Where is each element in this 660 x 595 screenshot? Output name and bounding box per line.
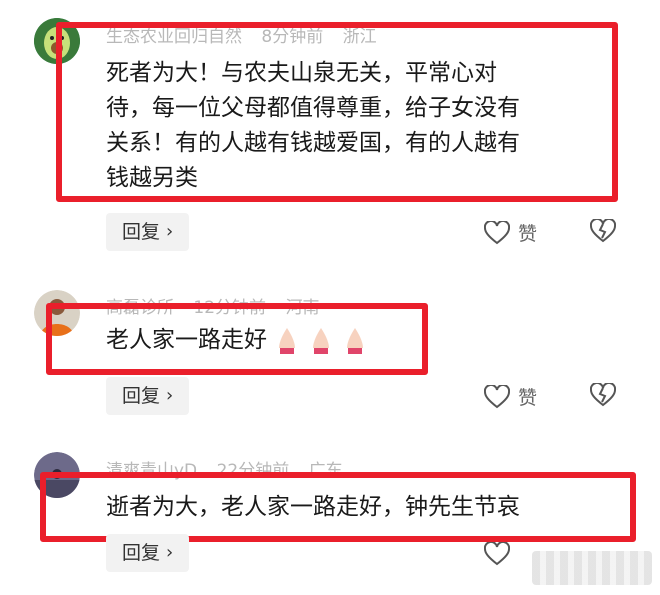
like-button[interactable]: 赞: [484, 219, 537, 246]
comment-line: 钱越另类: [106, 165, 198, 191]
comment-line: 关系！有的人越有钱越爱国，有的人越有: [106, 130, 520, 156]
heart-icon: [484, 220, 510, 244]
comment-line: 老人家一路走好: [106, 327, 267, 353]
like-label: 赞: [518, 387, 538, 409]
reply-button[interactable]: 回复 ›: [106, 534, 190, 572]
comment-3: 清爽青山yD 22分钟前 广东 逝者为大，老人家一路走好，钟先生节哀 回复 ›: [0, 430, 660, 595]
chevron-right-icon: ›: [166, 385, 174, 406]
dislike-button[interactable]: [590, 219, 616, 243]
comment-line: 待，每一位父母都值得尊重，给子女没有: [106, 95, 520, 121]
chevron-right-icon: ›: [166, 542, 174, 563]
comment-2: 高磊诊所 12分钟前 河南 老人家一路走好 回复 › 赞: [0, 265, 660, 430]
broken-heart-icon: [590, 383, 616, 407]
comment-text: 老人家一路走好: [106, 323, 369, 358]
like-label: 赞: [518, 223, 538, 245]
praying-hands-icon: [347, 327, 363, 354]
praying-hands-icon: [279, 327, 295, 354]
comment-text: 逝者为大，老人家一路走好，钟先生节哀: [106, 490, 520, 525]
like-button[interactable]: [484, 542, 510, 566]
reply-label: 回复: [122, 542, 161, 564]
reply-button[interactable]: 回复 ›: [106, 377, 190, 415]
watermark: [532, 551, 652, 585]
reply-label: 回复: [122, 221, 161, 243]
heart-icon: [484, 384, 510, 408]
comment-line: 逝者为大，老人家一路走好，钟先生节哀: [106, 494, 520, 520]
comment-text: 死者为大！与农夫山泉无关，平常心对 待，每一位父母都值得尊重，给子女没有 关系！…: [106, 56, 616, 196]
dislike-button[interactable]: [590, 383, 616, 407]
comment-1: 生态农业回归自然 8分钟前 浙江 死者为大！与农夫山泉无关，平常心对 待，每一位…: [0, 0, 660, 265]
chevron-right-icon: ›: [166, 221, 174, 242]
praying-hands-icon: [313, 327, 329, 354]
comment-line: 死者为大！与农夫山泉无关，平常心对: [106, 60, 497, 86]
reply-button[interactable]: 回复 ›: [106, 213, 190, 251]
like-button[interactable]: 赞: [484, 383, 537, 410]
reply-label: 回复: [122, 385, 161, 407]
broken-heart-icon: [590, 219, 616, 243]
heart-icon: [484, 542, 510, 566]
